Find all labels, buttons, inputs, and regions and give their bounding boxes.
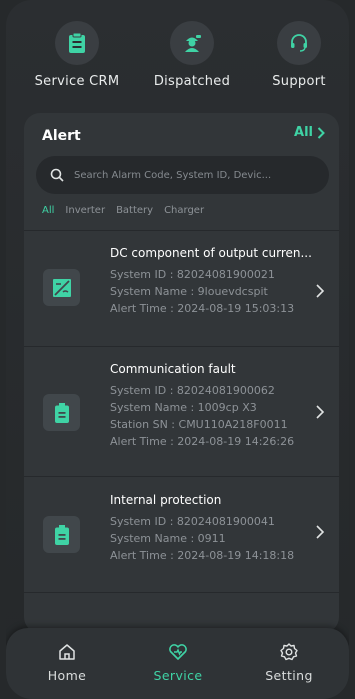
nav-label: Service bbox=[153, 668, 203, 683]
shortcut-dispatched[interactable]: Dispatched bbox=[137, 18, 247, 96]
alert-item-text: DC component of output curren... System … bbox=[110, 246, 312, 317]
service-heart-icon bbox=[169, 644, 187, 660]
alert-item[interactable]: DC component of output curren... System … bbox=[24, 230, 339, 346]
battery-icon bbox=[43, 394, 80, 431]
shortcut-label: Support bbox=[272, 74, 326, 89]
alert-all-label: All bbox=[294, 125, 313, 140]
inverter-icon bbox=[43, 269, 80, 306]
alert-card: Alert All All Inverter Battery Charger bbox=[24, 113, 339, 633]
nav-label: Setting bbox=[265, 668, 313, 683]
shortcut-label: Service CRM bbox=[34, 74, 120, 89]
alert-time: Alert Time : 2024-08-19 14:26:26 bbox=[110, 435, 295, 448]
alert-item[interactable]: Communication fault System ID : 82024081… bbox=[24, 346, 339, 476]
bottom-nav: Home Service Setting bbox=[6, 628, 349, 699]
alert-item-text: Internal protection System ID : 82024081… bbox=[110, 493, 310, 564]
alert-list: DC component of output curren... System … bbox=[24, 230, 339, 633]
alert-item-title: Internal protection bbox=[110, 493, 222, 507]
battery-icon bbox=[43, 516, 80, 553]
search-input[interactable] bbox=[74, 169, 314, 181]
filter-inverter[interactable]: Inverter bbox=[65, 205, 105, 216]
shortcut-service-crm[interactable]: Service CRM bbox=[22, 18, 132, 96]
home-icon bbox=[59, 644, 75, 660]
nav-home[interactable]: Home bbox=[12, 642, 122, 683]
headset-icon bbox=[277, 21, 321, 65]
shortcut-support[interactable]: Support bbox=[244, 18, 349, 96]
alert-title: Alert bbox=[42, 128, 81, 144]
dispatch-worker-icon bbox=[170, 21, 214, 65]
gear-icon bbox=[280, 643, 298, 661]
alert-system-name: System Name : 0911 bbox=[110, 532, 226, 545]
shortcut-bar: Service CRM Dispatched Support bbox=[6, 18, 349, 96]
clipboard-icon bbox=[55, 21, 99, 65]
alert-item-text: Communication fault System ID : 82024081… bbox=[110, 362, 310, 450]
nav-setting[interactable]: Setting bbox=[234, 642, 344, 683]
search-bar bbox=[36, 156, 329, 194]
alert-item-title: DC component of output curren... bbox=[110, 246, 312, 260]
alert-system-name: System Name : 1009cp X3 bbox=[110, 401, 257, 414]
alert-item[interactable]: Internal protection System ID : 82024081… bbox=[24, 476, 339, 592]
nav-label: Home bbox=[47, 668, 87, 683]
alert-header: Alert All bbox=[42, 125, 325, 145]
filter-charger[interactable]: Charger bbox=[164, 205, 204, 216]
search-icon bbox=[50, 168, 64, 182]
alert-system-name: System Name : 9louevdcspit bbox=[110, 285, 268, 298]
alert-item-partial bbox=[24, 592, 339, 633]
alert-system-id: System ID : 82024081900041 bbox=[110, 515, 275, 528]
alert-station-sn: Station SN : CMU110A218F0011 bbox=[110, 418, 288, 431]
alert-system-id: System ID : 82024081900062 bbox=[110, 384, 275, 397]
filter-all[interactable]: All bbox=[42, 205, 54, 216]
alert-all-link[interactable]: All bbox=[294, 125, 325, 140]
filter-battery[interactable]: Battery bbox=[116, 205, 153, 216]
chevron-right-icon bbox=[316, 284, 325, 298]
alert-time: Alert Time : 2024-08-19 15:03:13 bbox=[110, 302, 295, 315]
shortcut-label: Dispatched bbox=[153, 74, 231, 89]
alert-time: Alert Time : 2024-08-19 14:18:18 bbox=[110, 549, 295, 562]
chevron-right-icon bbox=[316, 405, 325, 419]
chevron-right-icon bbox=[316, 525, 325, 539]
chevron-right-icon bbox=[317, 126, 325, 139]
nav-service[interactable]: Service bbox=[123, 642, 233, 683]
alert-system-id: System ID : 82024081900021 bbox=[110, 268, 275, 281]
filter-tabs: All Inverter Battery Charger bbox=[42, 205, 204, 216]
app-screen: Service CRM Dispatched Support Alert All… bbox=[6, 0, 349, 699]
alert-item-title: Communication fault bbox=[110, 362, 236, 376]
